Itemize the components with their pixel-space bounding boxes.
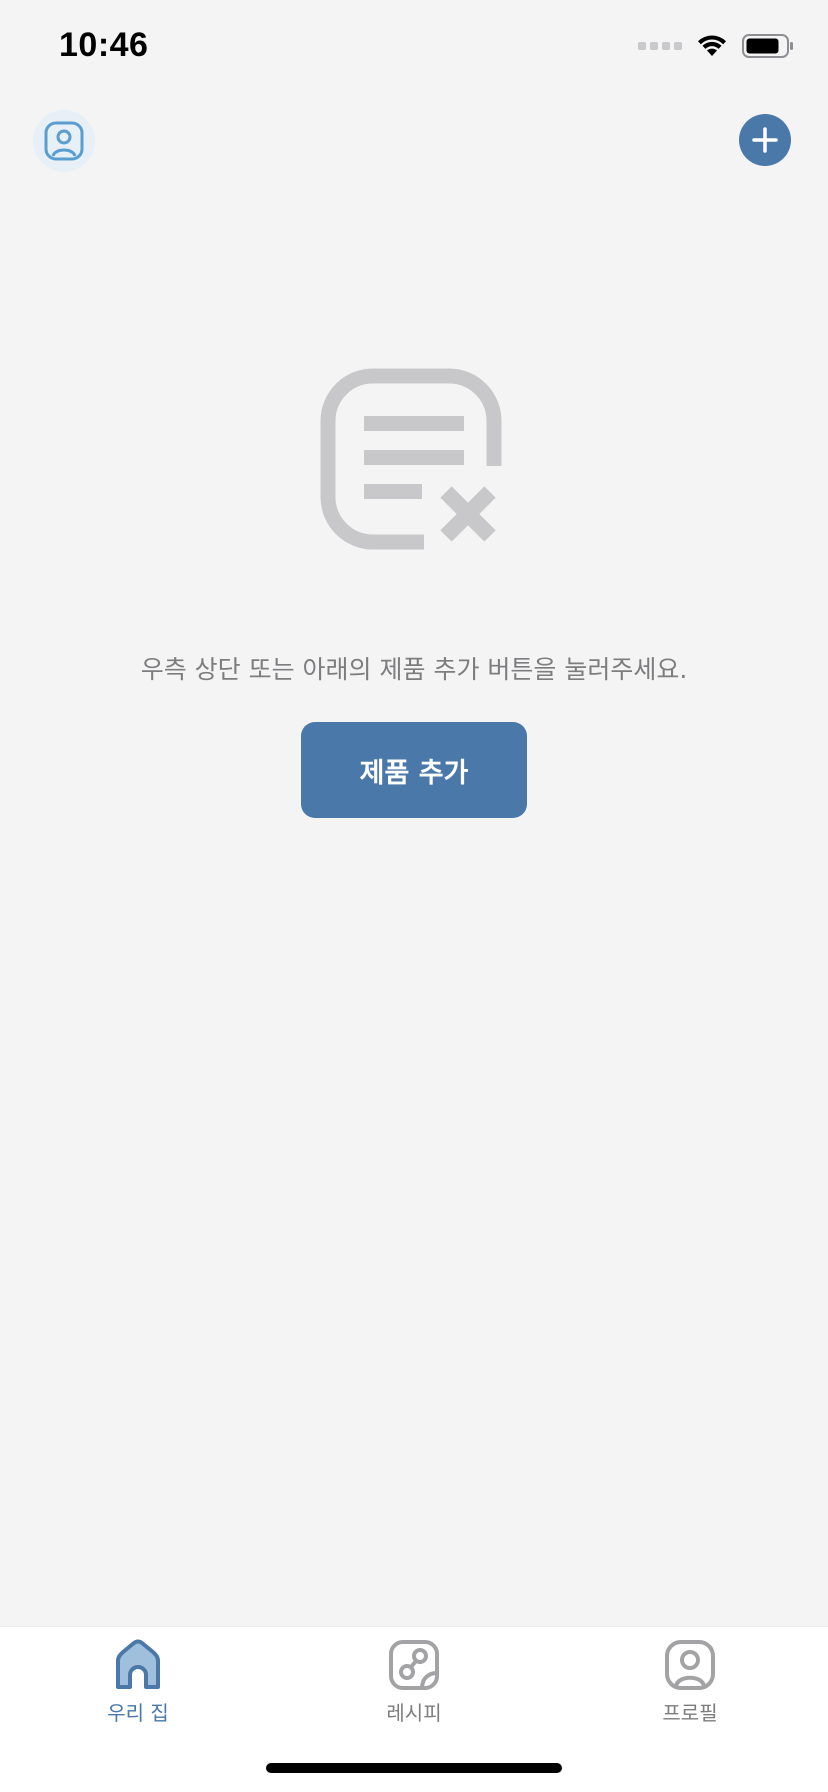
home-indicator[interactable]: [266, 1763, 562, 1773]
screen: 10:46 우측 상단 또는 아래의 제품 추가 버튼을 눌러주세요. 제품 추…: [0, 0, 828, 1792]
tab-home[interactable]: 우리 집: [58, 1637, 218, 1726]
wifi-icon: [698, 35, 726, 56]
cellular-signal-icon: [638, 42, 682, 50]
add-product-header-button[interactable]: [739, 114, 791, 166]
empty-state-message: 우측 상단 또는 아래의 제품 추가 버튼을 눌러주세요.: [140, 655, 688, 684]
profile-button[interactable]: [33, 110, 95, 172]
recipe-icon: [389, 1640, 439, 1690]
tab-profile-label: 프로필: [662, 1701, 718, 1725]
status-time: 10:46: [59, 26, 149, 64]
tab-profile[interactable]: 프로필: [610, 1637, 770, 1726]
home-icon: [116, 1639, 160, 1689]
profile-icon: [44, 121, 84, 161]
add-product-button[interactable]: 제품 추가: [301, 722, 527, 818]
status-icons: [638, 34, 794, 58]
battery-icon: [742, 34, 793, 58]
tab-home-label: 우리 집: [107, 1701, 169, 1725]
plus-icon: [752, 127, 778, 153]
tab-recipe-label: 레시피: [386, 1701, 442, 1725]
profile-icon: [665, 1640, 715, 1690]
empty-list-icon: [320, 368, 502, 550]
tab-recipe[interactable]: 레시피: [334, 1637, 494, 1726]
